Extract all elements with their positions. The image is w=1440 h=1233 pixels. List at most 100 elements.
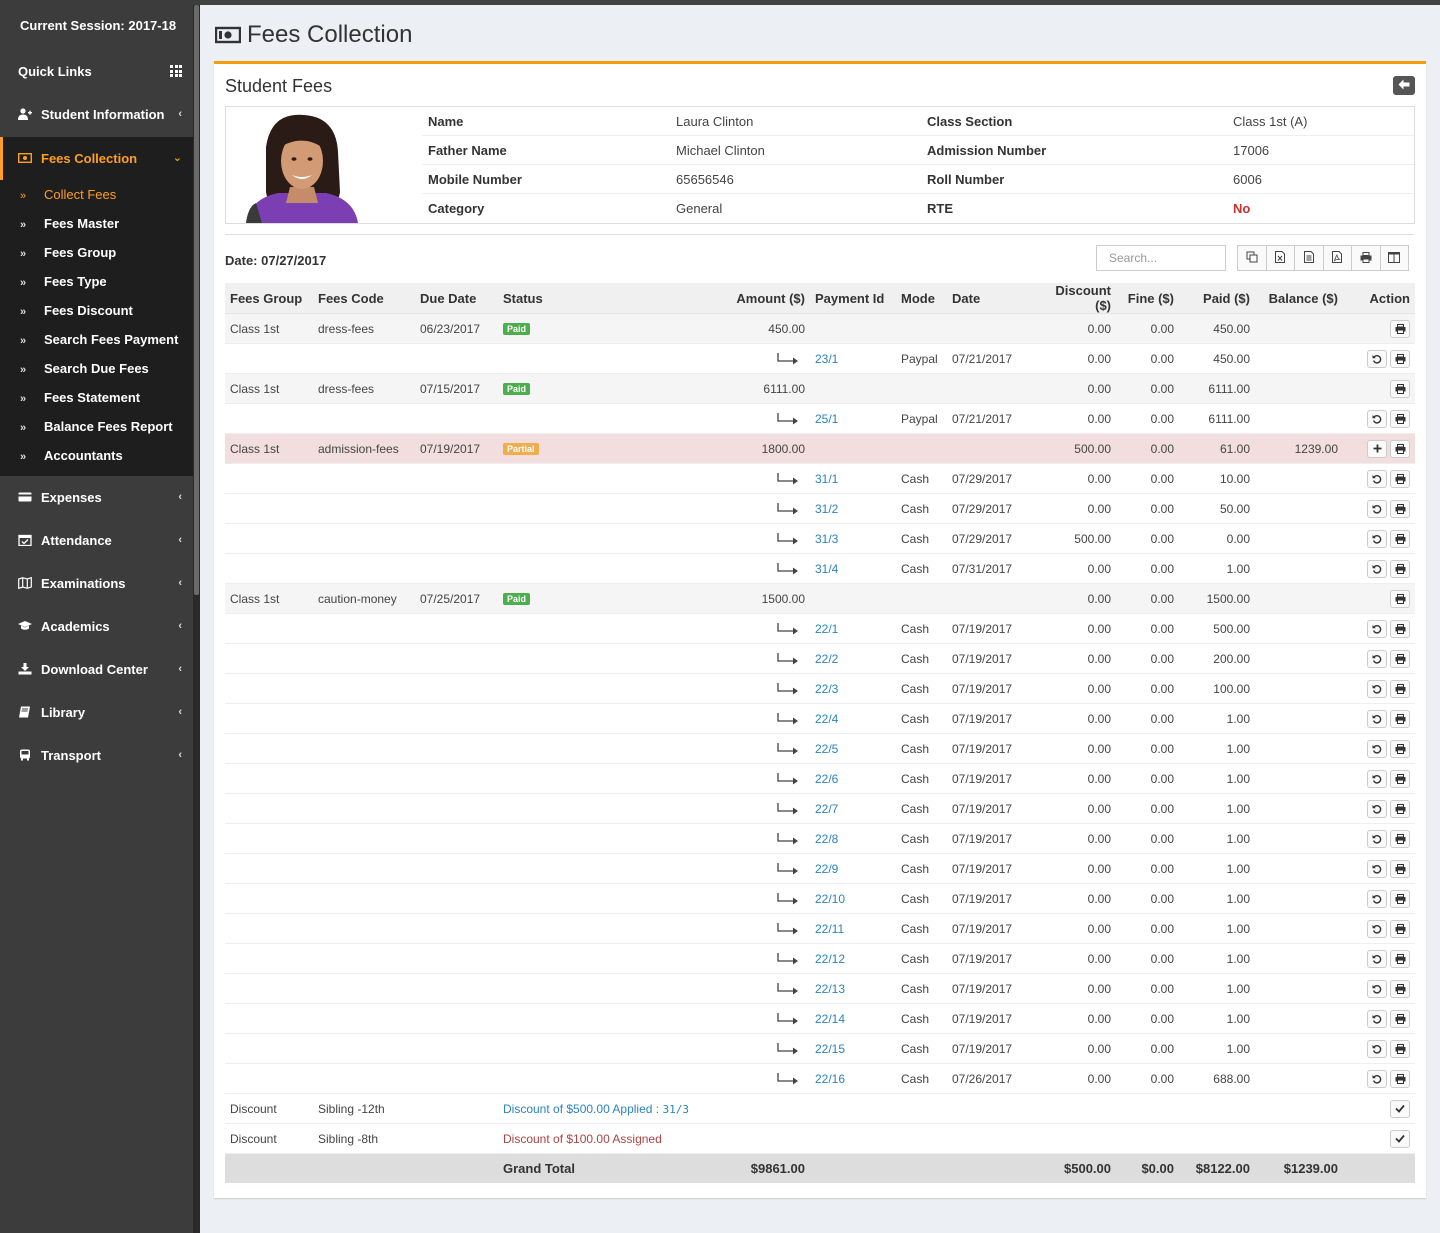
sub-balance-fees-report[interactable]: » Balance Fees Report xyxy=(0,412,200,441)
nav-fees-collection[interactable]: Fees Collection ⌄ xyxy=(0,137,200,180)
revert-payment-button[interactable] xyxy=(1367,559,1387,578)
apply-discount-button[interactable] xyxy=(1390,1129,1410,1148)
print-payment-button[interactable] xyxy=(1390,709,1410,728)
print-payment-button[interactable] xyxy=(1390,409,1410,428)
payment-id-link[interactable]: 22/3 xyxy=(815,682,838,696)
sub-accountants[interactable]: » Accountants xyxy=(0,441,200,470)
back-button[interactable] xyxy=(1393,76,1415,95)
revert-payment-button[interactable] xyxy=(1367,619,1387,638)
payment-id-link[interactable]: 23/1 xyxy=(815,352,838,366)
print-payment-button[interactable] xyxy=(1390,529,1410,548)
sub-fees-statement[interactable]: » Fees Statement xyxy=(0,383,200,412)
revert-payment-button[interactable] xyxy=(1367,349,1387,368)
payment-id-link[interactable]: 22/8 xyxy=(815,832,838,846)
copy-button[interactable] xyxy=(1237,245,1267,271)
pdf-button[interactable] xyxy=(1322,245,1352,271)
payment-id-link[interactable]: 31/4 xyxy=(815,562,838,576)
print-payment-button[interactable] xyxy=(1390,979,1410,998)
print-payment-button[interactable] xyxy=(1390,799,1410,818)
sub-fees-type[interactable]: » Fees Type xyxy=(0,267,200,296)
print-payment-button[interactable] xyxy=(1390,769,1410,788)
print-fee-button[interactable] xyxy=(1390,379,1410,398)
payment-id-link[interactable]: 22/5 xyxy=(815,742,838,756)
revert-payment-button[interactable] xyxy=(1367,709,1387,728)
nav-download-center[interactable]: Download Center ‹ xyxy=(0,648,200,691)
payment-id-link[interactable]: 31/2 xyxy=(815,502,838,516)
collect-fee-button[interactable] xyxy=(1367,439,1387,458)
payment-id-link[interactable]: 22/12 xyxy=(815,952,845,966)
nav-quick-links[interactable]: Quick Links xyxy=(0,50,200,93)
apply-discount-button[interactable] xyxy=(1390,1099,1410,1118)
nav-expenses[interactable]: Expenses ‹ xyxy=(0,476,200,519)
revert-payment-button[interactable] xyxy=(1367,949,1387,968)
col-fees-code[interactable]: Fees Code xyxy=(313,283,415,314)
revert-payment-button[interactable] xyxy=(1367,769,1387,788)
revert-payment-button[interactable] xyxy=(1367,679,1387,698)
csv-button[interactable] xyxy=(1294,245,1324,271)
sub-search-fees-payment[interactable]: » Search Fees Payment xyxy=(0,325,200,354)
col-amount[interactable]: Amount ($) xyxy=(614,283,810,314)
sub-fees-master[interactable]: » Fees Master xyxy=(0,209,200,238)
print-button[interactable] xyxy=(1351,245,1381,271)
revert-payment-button[interactable] xyxy=(1367,859,1387,878)
columns-button[interactable] xyxy=(1379,245,1409,271)
revert-payment-button[interactable] xyxy=(1367,649,1387,668)
scrollbar-thumb[interactable] xyxy=(194,5,199,595)
payment-id-link[interactable]: 22/15 xyxy=(815,1042,845,1056)
print-fee-button[interactable] xyxy=(1390,319,1410,338)
payment-id-link[interactable]: 22/9 xyxy=(815,862,838,876)
revert-payment-button[interactable] xyxy=(1367,979,1387,998)
revert-payment-button[interactable] xyxy=(1367,1039,1387,1058)
revert-payment-button[interactable] xyxy=(1367,1069,1387,1088)
payment-id-link[interactable]: 22/10 xyxy=(815,892,845,906)
col-fine[interactable]: Fine ($) xyxy=(1116,283,1179,314)
nav-library[interactable]: Library ‹ xyxy=(0,691,200,734)
payment-id-link[interactable]: 22/13 xyxy=(815,982,845,996)
revert-payment-button[interactable] xyxy=(1367,919,1387,938)
col-date[interactable]: Date xyxy=(947,283,1031,314)
payment-id-link[interactable]: 22/14 xyxy=(815,1012,845,1026)
sidebar-scrollbar[interactable] xyxy=(193,5,200,1233)
excel-button[interactable] xyxy=(1265,245,1295,271)
print-payment-button[interactable] xyxy=(1390,649,1410,668)
revert-payment-button[interactable] xyxy=(1367,409,1387,428)
payment-id-link[interactable]: 31/1 xyxy=(815,472,838,486)
print-fee-button[interactable] xyxy=(1390,589,1410,608)
payment-id-link[interactable]: 22/1 xyxy=(815,622,838,636)
print-payment-button[interactable] xyxy=(1390,919,1410,938)
revert-payment-button[interactable] xyxy=(1367,499,1387,518)
col-discount[interactable]: Discount ($) xyxy=(1031,283,1116,314)
sub-search-due-fees[interactable]: » Search Due Fees xyxy=(0,354,200,383)
revert-payment-button[interactable] xyxy=(1367,469,1387,488)
print-payment-button[interactable] xyxy=(1390,559,1410,578)
col-balance[interactable]: Balance ($) xyxy=(1255,283,1343,314)
sub-collect-fees[interactable]: » Collect Fees xyxy=(0,180,200,209)
search-input[interactable] xyxy=(1096,245,1226,271)
col-fees-group[interactable]: Fees Group xyxy=(225,283,313,314)
print-payment-button[interactable] xyxy=(1390,1009,1410,1028)
print-fee-button[interactable] xyxy=(1390,439,1410,458)
print-payment-button[interactable] xyxy=(1390,739,1410,758)
print-payment-button[interactable] xyxy=(1390,349,1410,368)
sub-fees-group[interactable]: » Fees Group xyxy=(0,238,200,267)
payment-id-link[interactable]: 25/1 xyxy=(815,412,838,426)
sub-fees-discount[interactable]: » Fees Discount xyxy=(0,296,200,325)
nav-attendance[interactable]: Attendance ‹ xyxy=(0,519,200,562)
print-payment-button[interactable] xyxy=(1390,949,1410,968)
payment-id-link[interactable]: 22/16 xyxy=(815,1072,845,1086)
print-payment-button[interactable] xyxy=(1390,499,1410,518)
col-mode[interactable]: Mode xyxy=(896,283,947,314)
nav-student-information[interactable]: Student Information ‹ xyxy=(0,93,200,136)
col-payment-id[interactable]: Payment Id xyxy=(810,283,896,314)
payment-id-link[interactable]: 22/7 xyxy=(815,802,838,816)
print-payment-button[interactable] xyxy=(1390,1069,1410,1088)
print-payment-button[interactable] xyxy=(1390,679,1410,698)
print-payment-button[interactable] xyxy=(1390,829,1410,848)
payment-id-link[interactable]: 22/6 xyxy=(815,772,838,786)
revert-payment-button[interactable] xyxy=(1367,529,1387,548)
payment-id-link[interactable]: 22/4 xyxy=(815,712,838,726)
col-due-date[interactable]: Due Date xyxy=(415,283,498,314)
payment-id-link[interactable]: 22/11 xyxy=(815,922,844,936)
nav-academics[interactable]: Academics ‹ xyxy=(0,605,200,648)
payment-id-link[interactable]: 22/2 xyxy=(815,652,838,666)
